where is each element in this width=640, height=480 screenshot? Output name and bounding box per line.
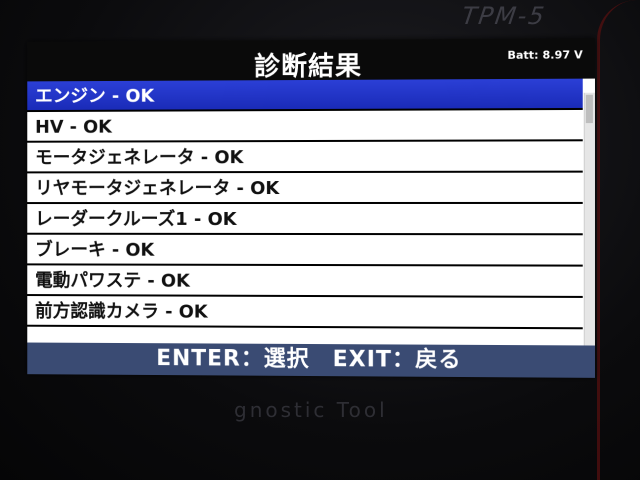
list-item-brake[interactable]: ブレーキ - OK	[27, 234, 583, 267]
device-model-label: TPM-5	[460, 2, 548, 30]
device-frame: TPM-5 診断結果 Batt: 8.97 V エンジン - OK HV - O…	[0, 0, 640, 480]
list-item-engine[interactable]: エンジン - OK	[27, 78, 583, 113]
result-list: エンジン - OK HV - OK モータジェネレータ - OK リヤモータジェ…	[27, 78, 583, 346]
list-item-hv[interactable]: HV - OK	[27, 109, 583, 143]
list-item-radar-cruise[interactable]: レーダークルーズ1 - OK	[27, 203, 583, 236]
diagnostic-screen: 診断結果 Batt: 8.97 V エンジン - OK HV - OK モータジ…	[27, 38, 595, 378]
list-item-front-camera[interactable]: 前方認識カメラ - OK	[27, 296, 583, 330]
device-footer-label: gnostic Tool	[234, 398, 388, 422]
scroll-thumb[interactable]	[585, 94, 593, 124]
scrollbar[interactable]	[583, 92, 595, 346]
battery-voltage: Batt: 8.97 V	[507, 48, 583, 62]
cable	[597, 0, 640, 480]
list-item-motor-generator[interactable]: モータジェネレータ - OK	[27, 141, 583, 174]
key-hint-bar: ENTER：選択 EXIT：戻る	[27, 342, 595, 378]
list-item-rear-motor-generator[interactable]: リヤモータジェネレータ - OK	[27, 172, 583, 205]
list-item-power-steering[interactable]: 電動パワステ - OK	[27, 265, 583, 298]
title-bar: 診断結果 Batt: 8.97 V	[27, 38, 595, 82]
